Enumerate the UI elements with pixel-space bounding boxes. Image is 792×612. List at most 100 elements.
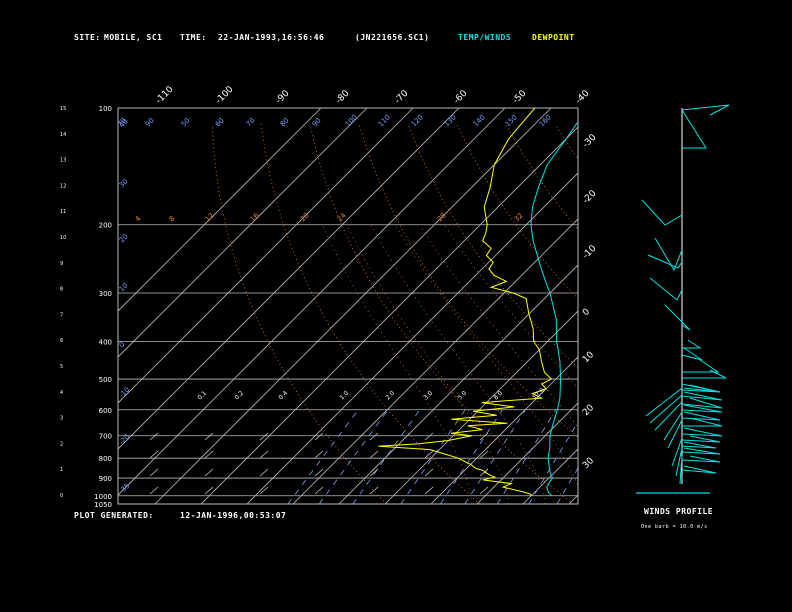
wind-barb (681, 391, 723, 401)
wind-barb-tick (149, 432, 159, 441)
wind-barb (681, 465, 717, 474)
isotherm-line (522, 448, 578, 504)
winds-profile-title: WINDS PROFILE (644, 507, 714, 516)
dry-adiabat-line (702, 124, 792, 504)
pressure-tick-label: 1050 (94, 501, 112, 509)
dry-adiabat-line (750, 124, 792, 504)
skewt-chart: 1002003004005006007008009001000105001234… (60, 84, 792, 509)
left-axis-label: -20 (118, 433, 132, 447)
isotherm-line (118, 108, 414, 404)
moist-adiabat-line (370, 224, 547, 504)
isotherm-label-right: 20 (581, 403, 596, 418)
theta-label: 80 (279, 116, 291, 128)
mixing-ratio-line (287, 409, 359, 504)
isotherm-line (661, 108, 792, 504)
plot-frame (117, 107, 579, 505)
mixing-ratio-label: 2.0 (384, 390, 396, 402)
pressure-tick-label: 600 (99, 407, 112, 415)
theta-e-label: 4 (134, 214, 143, 223)
pressure-tick-label: 700 (99, 433, 112, 441)
wind-barb-tick (314, 486, 324, 495)
mixing-ratio-label: 5.0 (456, 390, 468, 402)
theta-label: 90 (144, 116, 156, 128)
theta-label: 130 (443, 113, 458, 128)
wind-barb-tick (204, 450, 214, 459)
isotherm-line (476, 402, 578, 504)
left-axis-label: 20 (118, 232, 130, 244)
theta-label: 90 (311, 116, 323, 128)
theta-e-label: 16 (249, 211, 261, 223)
wind-barb (681, 435, 721, 443)
wind-barb (681, 447, 721, 455)
wind-barb (681, 347, 703, 361)
plot-generated-value: 12-JAN-1996,00:53:07 (180, 511, 287, 520)
wind-barb (682, 359, 720, 373)
wind-barb (681, 455, 721, 463)
moist-adiabat-line (322, 224, 473, 504)
mixing-ratio-line (556, 467, 578, 504)
isotherm-label-right: -30 (581, 132, 599, 150)
wind-barb (664, 304, 691, 331)
wind-barb-tick (204, 468, 214, 477)
theta-label: 60 (214, 116, 226, 128)
theta-label: 160 (538, 113, 553, 128)
theta-e-label: 32 (513, 211, 525, 223)
theta-label: 50 (180, 116, 192, 128)
wind-barb-tick (314, 450, 324, 459)
wind-barb (681, 109, 707, 149)
isotherm-label-right: 0 (581, 307, 592, 318)
wind-barb (682, 369, 727, 379)
plot-generated-label: PLOT GENERATED: (74, 511, 154, 520)
height-tick-label: 1 (60, 467, 63, 473)
wind-barb-tick (259, 486, 269, 495)
mixing-ratio-label: 1.0 (338, 390, 350, 402)
theta-e-label: 24 (336, 211, 348, 223)
left-axis-label: 10 (118, 281, 130, 293)
wind-barb (681, 411, 721, 421)
wind-barb (681, 387, 721, 393)
theta-e-label: 8 (168, 215, 177, 224)
dry-adiabat-line (505, 123, 578, 231)
wind-barb-tick (149, 468, 159, 477)
height-tick-label: 7 (60, 312, 63, 318)
wind-barb (681, 427, 723, 437)
wind-barb-tick (424, 432, 434, 441)
wind-barb-tick (149, 486, 159, 495)
theta-label: 70 (245, 116, 257, 128)
height-tick-label: 13 (60, 158, 66, 164)
isotherm-line (430, 356, 578, 504)
height-tick-label: 9 (60, 261, 63, 267)
theta-label: 150 (504, 113, 519, 128)
wind-barb (649, 277, 683, 301)
isotherm-line (118, 108, 322, 312)
height-tick-label: 10 (60, 235, 66, 241)
isotherm-label-right: 30 (581, 456, 596, 471)
wind-barb (641, 199, 683, 226)
pressure-tick-label: 500 (99, 376, 112, 384)
height-tick-label: 3 (60, 416, 63, 422)
isotherm-line (154, 108, 552, 504)
pressure-tick-label: 300 (99, 290, 112, 298)
isotherm-line (118, 108, 368, 358)
height-tick-label: 0 (60, 493, 63, 499)
wind-barb-shaft (671, 437, 683, 467)
wind-barb-tick (369, 486, 379, 495)
pressure-tick-label: 100 (99, 105, 112, 113)
isotherm-label-top: -50 (511, 88, 529, 106)
pressure-tick-label: 800 (99, 455, 112, 463)
theta-label: 140 (472, 113, 487, 128)
isotherm-label-right: -20 (581, 188, 599, 206)
wind-barb-tick (149, 450, 159, 459)
height-tick-label: 12 (60, 183, 66, 189)
height-tick-label: 2 (60, 441, 63, 447)
height-tick-label: 8 (60, 287, 63, 293)
winds-profile-note: One barb = 10.0 m/s (641, 524, 708, 530)
wind-barb-tick (479, 450, 489, 459)
mixing-ratio-label: 12.0 (531, 387, 546, 402)
isotherm-line (292, 218, 578, 504)
height-tick-label: 15 (60, 106, 66, 112)
wind-barb-tick (369, 432, 379, 441)
mixing-ratio-line (594, 410, 646, 504)
mixing-ratio-label: 0.4 (277, 390, 289, 402)
wind-barb-tick (259, 450, 269, 459)
